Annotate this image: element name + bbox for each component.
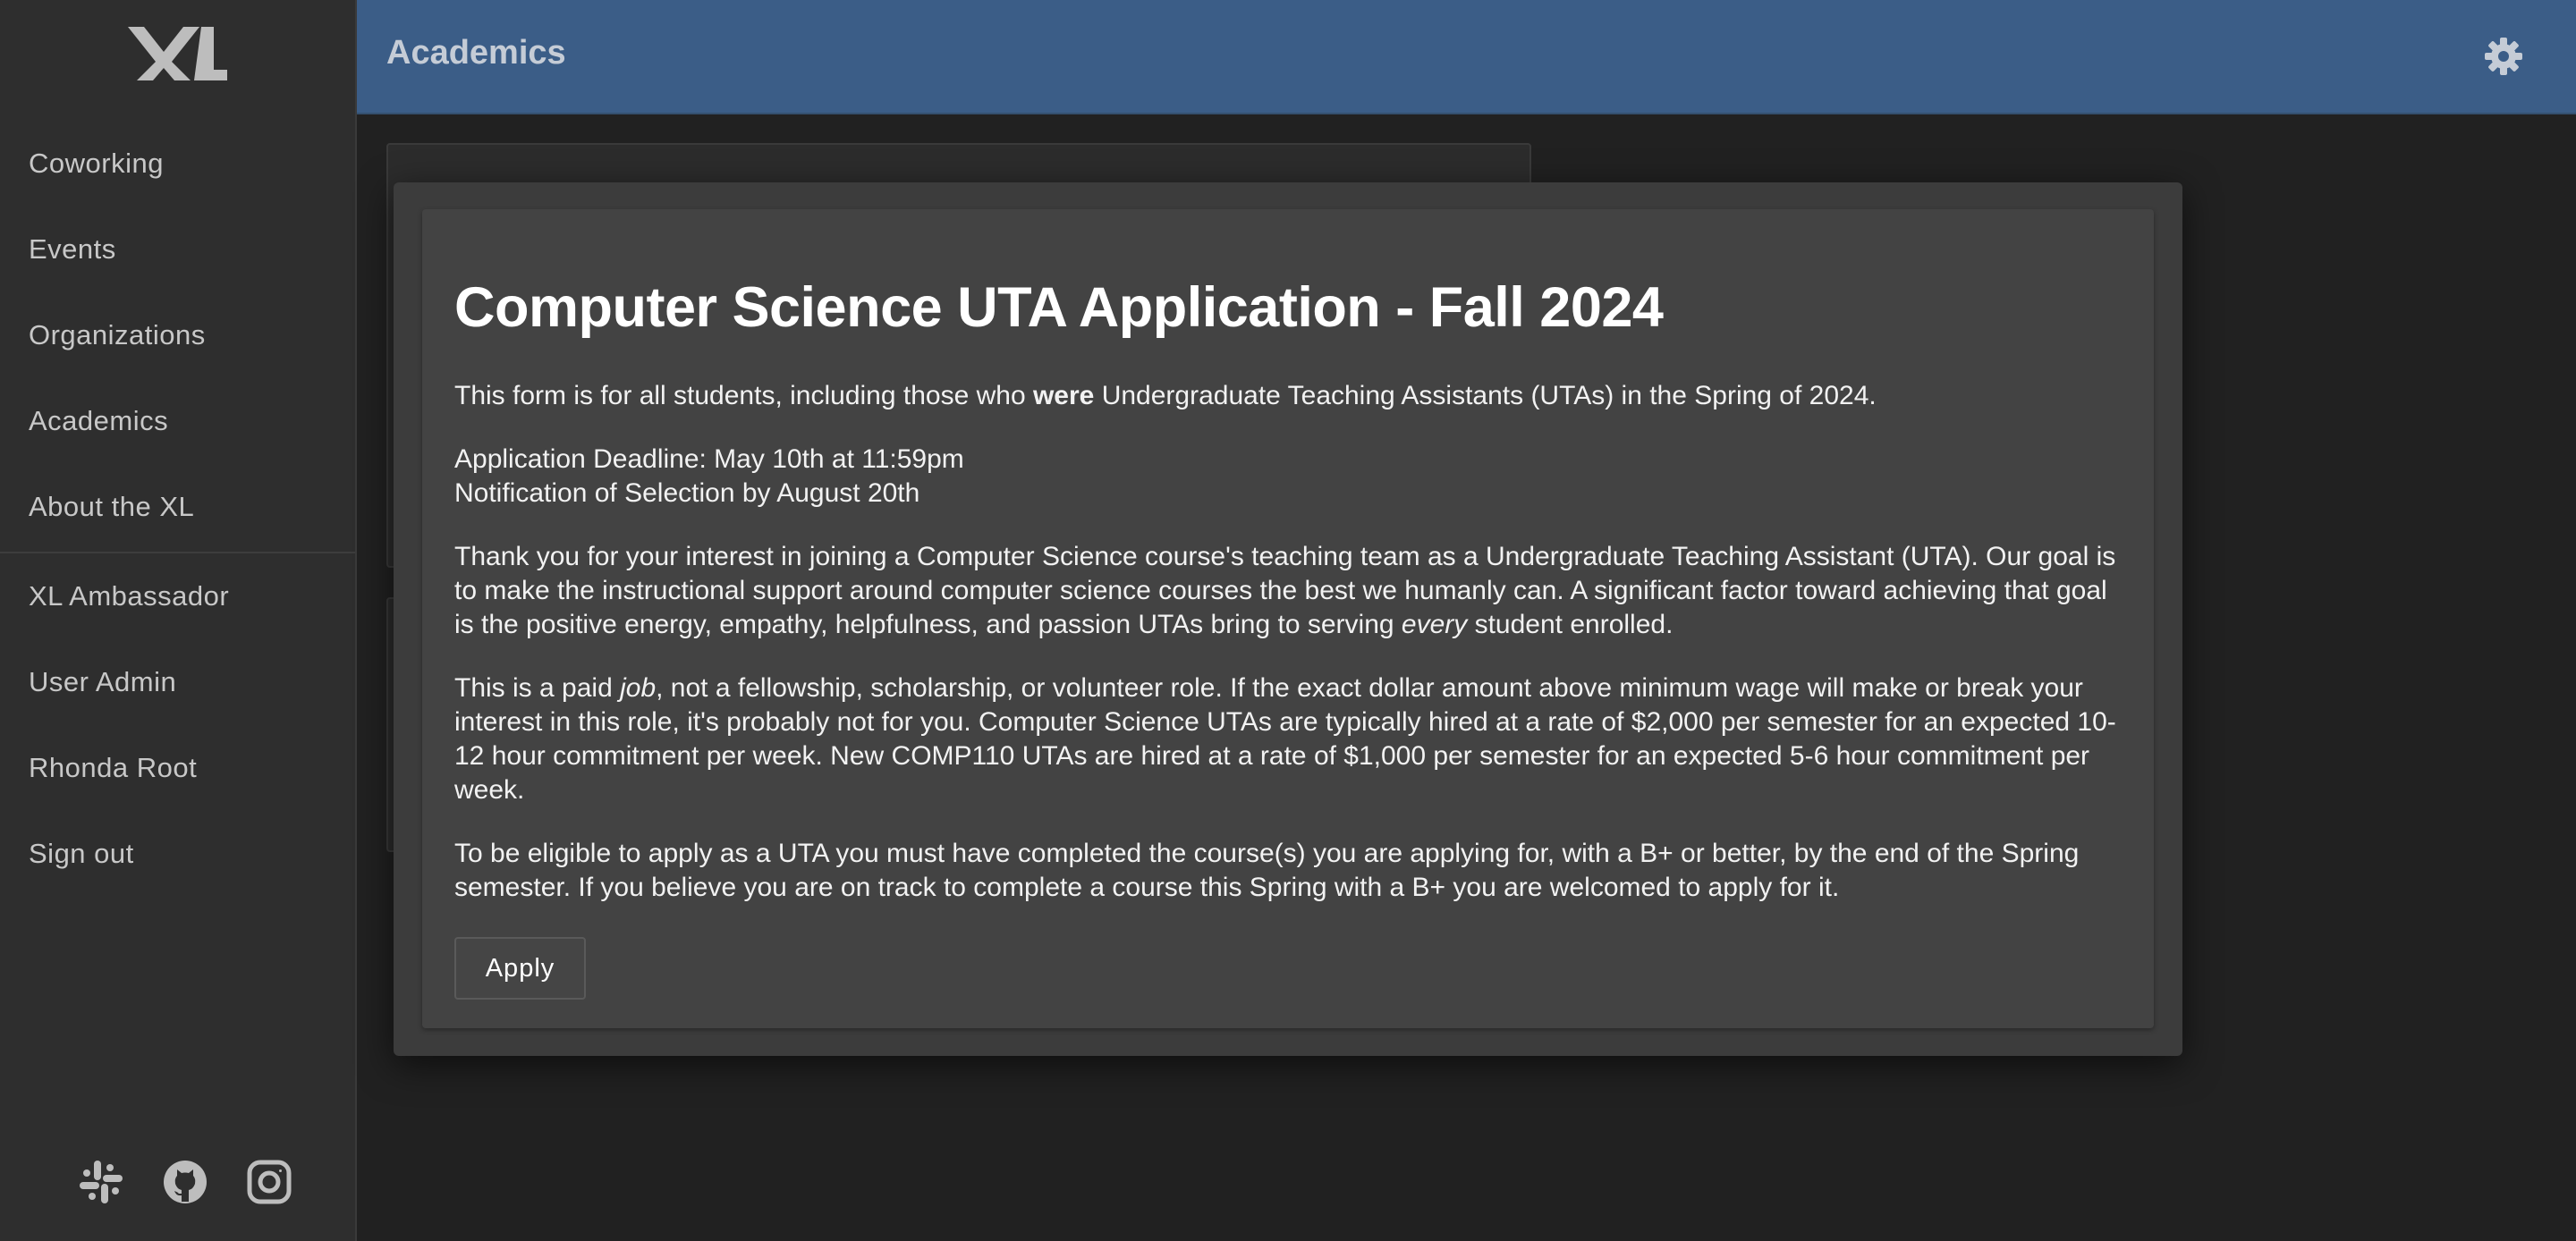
sidebar-item-label: Organizations bbox=[29, 319, 206, 350]
sidebar-item-label: About the XL bbox=[29, 491, 195, 522]
sidebar-item-organizations[interactable]: Organizations bbox=[0, 292, 355, 378]
sidebar-item-label: User Admin bbox=[29, 666, 177, 697]
sidebar-item-events[interactable]: Events bbox=[0, 207, 355, 292]
sidebar-item-user-admin[interactable]: User Admin bbox=[0, 639, 355, 725]
sidebar-item-profile[interactable]: Rhonda Root bbox=[0, 725, 355, 811]
dialog-title: Computer Science UTA Application - Fall … bbox=[454, 276, 1664, 339]
requirements-paragraph: To be eligible to apply as a UTA you mus… bbox=[454, 839, 2080, 902]
sidebar-item-label: Events bbox=[29, 233, 116, 265]
top-bar: Academics bbox=[357, 0, 2576, 114]
social-links bbox=[77, 1158, 293, 1206]
gear-icon[interactable] bbox=[2483, 36, 2524, 77]
page-title: Academics bbox=[386, 34, 566, 72]
apply-button[interactable]: Apply bbox=[454, 937, 586, 1000]
sidebar-item-label: Academics bbox=[29, 405, 169, 436]
sidebar-item-sign-out[interactable]: Sign out bbox=[0, 811, 355, 897]
notification-text: Notification of Selection by August 20th bbox=[454, 478, 920, 508]
dialog-content: Computer Science UTA Application - Fall … bbox=[422, 209, 2154, 1028]
instagram-icon[interactable] bbox=[245, 1158, 293, 1206]
github-icon[interactable] bbox=[161, 1158, 209, 1206]
sidebar: Coworking Events Organizations Academics… bbox=[0, 0, 357, 1241]
sidebar-item-label: Rhonda Root bbox=[29, 752, 198, 783]
slack-icon[interactable] bbox=[77, 1158, 125, 1206]
sidebar-item-label: Sign out bbox=[29, 838, 134, 869]
eligibility-intro: This form is for all students, including… bbox=[454, 381, 1877, 410]
sidebar-item-label: XL Ambassador bbox=[29, 580, 230, 612]
compensation-paragraph: This is a paid job, not a fellowship, sc… bbox=[454, 673, 2116, 805]
sidebar-item-about[interactable]: About the XL bbox=[0, 464, 355, 550]
sidebar-item-coworking[interactable]: Coworking bbox=[0, 121, 355, 207]
deadline-text: Application Deadline: May 10th at 11:59p… bbox=[454, 444, 964, 474]
dates-paragraph: Application Deadline: May 10th at 11:59p… bbox=[454, 443, 2122, 511]
sidebar-item-ambassador[interactable]: XL Ambassador bbox=[0, 553, 355, 639]
xl-logo[interactable] bbox=[126, 25, 229, 82]
mission-paragraph: Thank you for your interest in joining a… bbox=[454, 542, 2116, 639]
sidebar-nav: Coworking Events Organizations Academics… bbox=[0, 121, 355, 897]
application-dialog: Computer Science UTA Application - Fall … bbox=[394, 182, 2182, 1056]
sidebar-item-academics[interactable]: Academics bbox=[0, 378, 355, 464]
sidebar-item-label: Coworking bbox=[29, 148, 164, 179]
